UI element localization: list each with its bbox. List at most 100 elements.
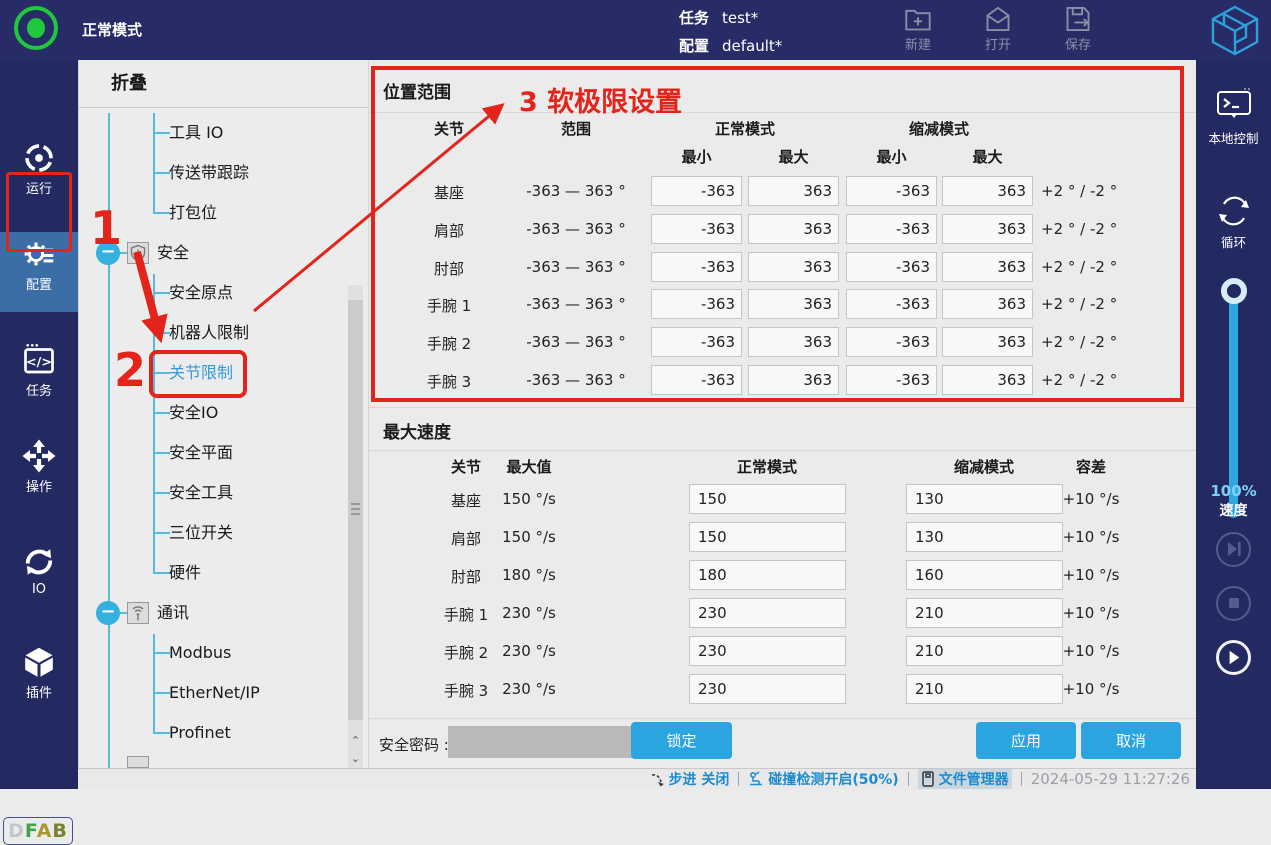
sidebar-item-label: IO	[0, 582, 78, 597]
reduced-speed-input[interactable]	[906, 598, 1063, 628]
reduced-speed-input[interactable]	[906, 522, 1063, 552]
lock-button[interactable]: 锁定	[631, 722, 732, 759]
tree-item-三位开关[interactable]: 三位开关	[79, 513, 347, 553]
normal-speed-input[interactable]	[689, 636, 846, 666]
tree-item-安全[interactable]: − 安全	[79, 233, 347, 273]
reduced-min-input[interactable]	[846, 176, 937, 206]
normal-max-input[interactable]	[748, 252, 839, 282]
normal-min-input[interactable]	[651, 252, 742, 282]
tree-collapse-toggle[interactable]: −	[96, 601, 120, 625]
sidebar-item-config[interactable]: 配置	[0, 232, 78, 312]
normal-min-input[interactable]	[651, 289, 742, 319]
reduced-min-input[interactable]	[846, 289, 937, 319]
open-button[interactable]: 打开	[968, 6, 1028, 53]
sidebar-item-task[interactable]: </>任务	[0, 338, 78, 418]
tree-scroll-down-button[interactable]: ⌄	[348, 750, 363, 767]
tree-item-安全平面[interactable]: 安全平面	[79, 433, 347, 473]
tree-branch-line	[153, 572, 170, 574]
tree-item-传送带跟踪[interactable]: 传送带跟踪	[79, 153, 347, 193]
normal-speed-input[interactable]	[689, 674, 846, 704]
tree-item-关节限制[interactable]: 关节限制	[79, 353, 347, 393]
reduced-max-input[interactable]	[942, 252, 1033, 282]
tree-collapse-toggle[interactable]: −	[96, 241, 120, 265]
normal-speed-input[interactable]	[689, 598, 846, 628]
reduced-max-input[interactable]	[942, 176, 1033, 206]
reduced-max-input[interactable]	[942, 327, 1033, 357]
app-logo-icon	[1207, 4, 1263, 56]
tree-item-label: 传送带跟踪	[169, 153, 249, 193]
normal-min-input[interactable]	[651, 176, 742, 206]
tree-item-安全原点[interactable]: 安全原点	[79, 273, 347, 313]
step-forward-button[interactable]	[1216, 532, 1251, 567]
col-header-maxval: 最大值	[484, 456, 574, 477]
tolerance-value: +10 °/s	[1053, 528, 1129, 546]
tree-item-打包位[interactable]: 打包位	[79, 193, 347, 233]
normal-max-input[interactable]	[748, 289, 839, 319]
safety-password-input[interactable]	[448, 726, 633, 758]
normal-min-input[interactable]	[651, 214, 742, 244]
joint-range: -363 — 363 °	[516, 371, 636, 389]
task-icon: </>	[21, 342, 57, 378]
reduced-speed-input[interactable]	[906, 560, 1063, 590]
loop-icon[interactable]	[1215, 192, 1253, 230]
reduced-max-input[interactable]	[942, 289, 1033, 319]
reduced-min-input[interactable]	[846, 252, 937, 282]
speed-slider-thumb[interactable]	[1221, 278, 1247, 304]
tree-item-label: 硬件	[169, 553, 201, 593]
tree-item-工具 IO[interactable]: 工具 IO	[79, 113, 347, 153]
play-button[interactable]	[1216, 640, 1251, 675]
tree-item-安全IO[interactable]: 安全IO	[79, 393, 347, 433]
reduced-max-input[interactable]	[942, 365, 1033, 395]
tree-item-Profinet[interactable]: Profinet	[79, 713, 347, 753]
collision-detect-status[interactable]: 碰撞检测开启(50%)	[748, 769, 898, 789]
new-button[interactable]: 新建	[888, 6, 948, 53]
sidebar-item-operate[interactable]: 操作	[0, 434, 78, 514]
normal-min-input[interactable]	[651, 365, 742, 395]
reduced-max-input[interactable]	[942, 214, 1033, 244]
tree-item-机器人限制[interactable]: 机器人限制	[79, 313, 347, 353]
tree-item-通讯[interactable]: − 通讯	[79, 593, 347, 633]
save-button-label: 保存	[1048, 34, 1108, 53]
normal-speed-input[interactable]	[689, 484, 846, 514]
stop-button[interactable]	[1216, 586, 1251, 621]
shield-icon	[127, 242, 149, 264]
reduced-speed-input[interactable]	[906, 484, 1063, 514]
sidebar-item-run[interactable]: 运行	[0, 136, 78, 216]
tree-item-安全工具[interactable]: 安全工具	[79, 473, 347, 513]
save-button[interactable]: 保存	[1048, 6, 1108, 53]
local-control-icon[interactable]	[1216, 86, 1252, 122]
col-header-reduced: 缩减模式	[914, 456, 1054, 477]
reduced-min-input[interactable]	[846, 214, 937, 244]
tree-item-硬件[interactable]: 硬件	[79, 553, 347, 593]
normal-speed-input[interactable]	[689, 560, 846, 590]
tree-header-collapse[interactable]: 折叠	[79, 60, 368, 108]
normal-speed-input[interactable]	[689, 522, 846, 552]
normal-min-input[interactable]	[651, 327, 742, 357]
tree-scrollbar[interactable]	[348, 285, 363, 768]
normal-max-input[interactable]	[748, 176, 839, 206]
tolerance-value: +10 °/s	[1053, 566, 1129, 584]
sidebar-item-io[interactable]: IO	[0, 540, 78, 620]
reduced-speed-input[interactable]	[906, 636, 1063, 666]
apply-button[interactable]: 应用	[976, 722, 1076, 759]
reduced-min-input[interactable]	[846, 327, 937, 357]
tree-item-Modbus[interactable]: Modbus	[79, 633, 347, 673]
joint-range: -363 — 363 °	[516, 258, 636, 276]
tree-item-EtherNet/IP[interactable]: EtherNet/IP	[79, 673, 347, 713]
position-row-手腕 1: 手腕 1 -363 — 363 ° +2 ° / -2 °	[369, 285, 1197, 323]
position-row-肘部: 肘部 -363 — 363 ° +2 ° / -2 °	[369, 248, 1197, 286]
file-manager-button[interactable]: 文件管理器	[918, 769, 1012, 789]
reduced-min-input[interactable]	[846, 365, 937, 395]
speed-row-手腕 3: 手腕 3 230 °/s +10 °/s	[369, 670, 1197, 708]
sidebar-item-plugin[interactable]: 插件	[0, 640, 78, 720]
reduced-speed-input[interactable]	[906, 674, 1063, 704]
tree-item-label: Profinet	[169, 713, 231, 753]
max-speed-value: 150 °/s	[484, 490, 574, 508]
tree-scroll-up-button[interactable]: ⌃	[348, 732, 363, 749]
normal-max-input[interactable]	[748, 365, 839, 395]
normal-max-input[interactable]	[748, 214, 839, 244]
cancel-button[interactable]: 取消	[1081, 722, 1181, 759]
step-mode-status[interactable]: 步进 关闭	[650, 769, 730, 789]
tree-scrollbar-thumb[interactable]	[348, 300, 363, 720]
normal-max-input[interactable]	[748, 327, 839, 357]
